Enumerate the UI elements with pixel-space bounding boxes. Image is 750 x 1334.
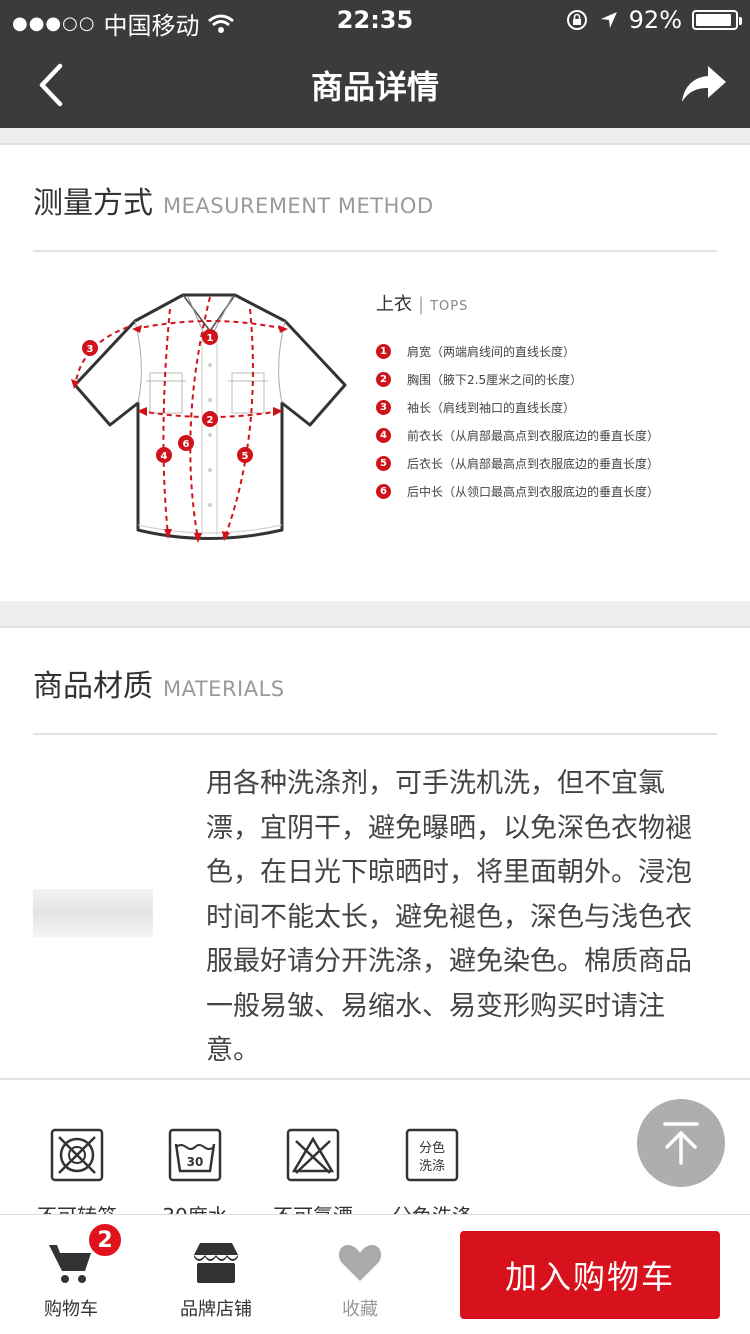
legend-item: 6 后中长（从领口最高点到衣服底边的垂直长度）: [376, 477, 659, 505]
divider: [33, 250, 717, 252]
back-to-top-button[interactable]: [637, 1099, 725, 1187]
no-tumble-dry-icon: [50, 1128, 104, 1182]
store-tab[interactable]: 品牌店铺: [156, 1215, 276, 1334]
measurement-legend: 1 肩宽（两端肩线间的直线长度） 2 胸围（腋下2.5厘米之间的长度） 3 袖长（肩线…: [376, 337, 659, 505]
shirt-measurement-diagram: 1 2 3 4 5 6: [71, 293, 347, 543]
svg-text:3: 3: [87, 344, 94, 355]
separate-wash-icon: 分色 洗涤: [405, 1128, 459, 1182]
wash-temperature: 30: [187, 1155, 204, 1169]
svg-text:1: 1: [207, 333, 214, 344]
svg-text:4: 4: [161, 451, 168, 462]
status-bar: ●●●○○ 中国移动 22:35 92%: [0, 0, 750, 40]
legend-number: 3: [376, 399, 391, 415]
measurement-title: 测量方式 MEASUREMENT METHOD: [33, 178, 434, 222]
cart-tab[interactable]: 2 购物车: [11, 1215, 131, 1334]
legend-text: 前衣长（从肩部最高点到衣服底边的垂直长度）: [407, 428, 660, 443]
materials-title-en: MATERIALS: [163, 677, 285, 701]
add-to-cart-button[interactable]: 加入购物车: [460, 1231, 720, 1319]
separate-wash-line1: 分色: [419, 1140, 445, 1156]
no-bleach-icon: [286, 1128, 340, 1182]
arrow-up-icon: [663, 1122, 699, 1165]
legend-number: 5: [376, 455, 391, 471]
svg-text:2: 2: [207, 415, 214, 426]
share-icon[interactable]: [680, 60, 728, 108]
legend-number: 4: [376, 427, 391, 443]
battery-percent: 92%: [628, 6, 682, 34]
legend-number: 6: [376, 483, 391, 499]
tops-heading: 上衣 | TOPS: [376, 290, 468, 316]
favorite-tab[interactable]: 收藏: [300, 1215, 420, 1334]
favorite-tab-label: 收藏: [342, 1299, 378, 1320]
measurement-title-en: MEASUREMENT METHOD: [163, 194, 434, 218]
materials-title: 商品材质 MATERIALS: [33, 661, 285, 705]
legend-number: 2: [376, 371, 391, 387]
fabric-swatch-image: [33, 889, 153, 937]
svg-text:6: 6: [183, 439, 190, 450]
location-arrow-icon: [600, 12, 617, 28]
rotation-lock-icon: [566, 10, 587, 30]
divider: [33, 733, 717, 735]
materials-title-cn: 商品材质: [33, 669, 153, 704]
legend-item: 2 胸围（腋下2.5厘米之间的长度）: [376, 365, 659, 393]
legend-text: 后衣长（从肩部最高点到衣服底边的垂直长度）: [407, 456, 660, 471]
legend-text: 肩宽（两端肩线间的直线长度）: [407, 344, 576, 359]
heart-icon: [338, 1245, 382, 1281]
bottom-action-bar: 2 购物车 品牌店铺 收藏 加入购物车: [0, 1214, 750, 1334]
legend-text: 胸围（腋下2.5厘米之间的长度）: [407, 372, 583, 387]
materials-description: 用各种洗涤剂，可手洗机洗，但不宜氯漂，宜阴干，避免曝晒，以免深色衣物褪色，在日光…: [206, 768, 692, 1066]
legend-item: 5 后衣长（从肩部最高点到衣服底边的垂直长度）: [376, 449, 659, 477]
separate-wash-line2: 洗涤: [419, 1159, 445, 1174]
store-icon: [194, 1243, 238, 1283]
measurement-title-cn: 测量方式: [33, 186, 153, 221]
tops-divider: |: [418, 294, 425, 315]
legend-text: 袖长（肩线到袖口的直线长度）: [407, 400, 576, 415]
divider: [0, 1078, 750, 1080]
top-bar: ●●●○○ 中国移动 22:35 92% 商品详情: [0, 0, 750, 128]
svg-text:5: 5: [242, 451, 249, 462]
legend-number: 1: [376, 343, 391, 359]
legend-item: 3 袖长（肩线到袖口的直线长度）: [376, 393, 659, 421]
tops-label: 上衣: [376, 294, 412, 315]
tops-label-en: TOPS: [430, 299, 469, 314]
legend-item: 4 前衣长（从肩部最高点到衣服底边的垂直长度）: [376, 421, 659, 449]
wash-30-icon: 30: [168, 1128, 222, 1182]
cart-count-badge: 2: [87, 1222, 123, 1258]
store-tab-label: 品牌店铺: [180, 1299, 252, 1320]
battery-icon: [692, 10, 742, 30]
page-title: 商品详情: [310, 68, 439, 106]
cart-tab-label: 购物车: [44, 1299, 98, 1320]
legend-item: 1 肩宽（两端肩线间的直线长度）: [376, 337, 659, 365]
legend-text: 后中长（从领口最高点到衣服底边的垂直长度）: [407, 484, 660, 499]
